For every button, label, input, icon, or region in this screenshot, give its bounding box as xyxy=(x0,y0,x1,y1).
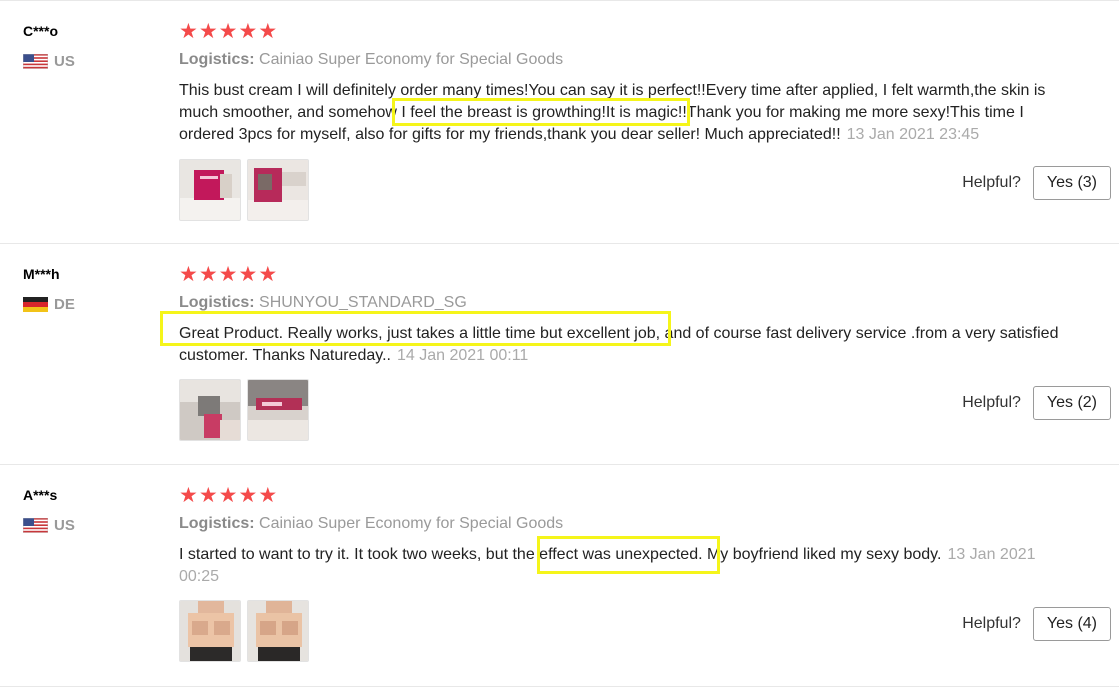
reviewer-name: C***o xyxy=(23,23,59,39)
logistics-label: Logistics: xyxy=(179,51,255,68)
review-text: I started to want to try it. It took two… xyxy=(179,544,1079,588)
logistics-label: Logistics: xyxy=(179,515,255,532)
reviewer-name: A***s xyxy=(23,487,58,503)
helpful-yes-button[interactable]: Yes (3) xyxy=(1032,166,1111,200)
helpful-label: Helpful? xyxy=(962,394,1021,411)
us-flag-icon xyxy=(23,54,48,69)
helpful-section: Helpful? Yes (3) xyxy=(962,166,1111,200)
star-rating: ★ ★ ★ ★ ★ xyxy=(179,263,278,285)
review-date: 13 Jan 2021 23:45 xyxy=(846,126,980,143)
helpful-section: Helpful? Yes (2) xyxy=(962,386,1111,420)
reviewer-name: M***h xyxy=(23,266,60,282)
logistics-info: Logistics: SHUNYOU_STANDARD_SG xyxy=(179,294,467,312)
logistics-value: Cainiao Super Economy for Special Goods xyxy=(259,51,564,68)
star-icon: ★ xyxy=(238,262,258,286)
de-flag-icon xyxy=(23,297,48,312)
star-icon: ★ xyxy=(179,262,198,286)
star-icon: ★ xyxy=(198,483,218,507)
logistics-label: Logistics: xyxy=(179,294,255,311)
logistics-info: Logistics: Cainiao Super Economy for Spe… xyxy=(179,515,563,533)
star-icon: ★ xyxy=(179,483,198,507)
helpful-yes-button[interactable]: Yes (2) xyxy=(1032,386,1111,420)
star-icon: ★ xyxy=(238,483,258,507)
review-photos xyxy=(179,379,315,441)
star-icon: ★ xyxy=(258,483,278,507)
reviewer-country: US xyxy=(23,53,75,70)
review-item: M***h DE ★ ★ ★ ★ ★ Logistics: SHUNYOU_ST… xyxy=(0,244,1119,465)
review-date: 14 Jan 2021 00:11 xyxy=(396,347,529,364)
review-photo[interactable] xyxy=(179,600,241,662)
star-icon: ★ xyxy=(238,19,258,43)
review-photos xyxy=(179,600,315,662)
star-icon: ★ xyxy=(198,262,218,286)
star-icon: ★ xyxy=(218,262,238,286)
star-rating: ★ ★ ★ ★ ★ xyxy=(179,20,278,42)
review-text: Great Product. Really works, just takes … xyxy=(179,323,1079,367)
star-icon: ★ xyxy=(258,19,278,43)
review-photo[interactable] xyxy=(179,379,241,441)
review-photo[interactable] xyxy=(247,159,309,221)
helpful-label: Helpful? xyxy=(962,174,1021,191)
star-icon: ★ xyxy=(179,19,198,43)
review-text: This bust cream I will definitely order … xyxy=(179,80,1079,146)
logistics-value: SHUNYOU_STANDARD_SG xyxy=(259,294,467,311)
review-item: A***s US ★ ★ ★ ★ ★ Logistics: Cainiao Su… xyxy=(0,465,1119,687)
reviewer-country: US xyxy=(23,517,75,534)
logistics-info: Logistics: Cainiao Super Economy for Spe… xyxy=(179,51,563,69)
review-photo[interactable] xyxy=(247,379,309,441)
review-item: C***o US ★ ★ ★ ★ ★ Logistics: Cainiao Su… xyxy=(0,0,1119,244)
star-rating: ★ ★ ★ ★ ★ xyxy=(179,484,278,506)
helpful-yes-button[interactable]: Yes (4) xyxy=(1032,607,1111,641)
review-body: Great Product. Really works, just takes … xyxy=(179,325,1059,364)
helpful-label: Helpful? xyxy=(962,615,1021,632)
helpful-section: Helpful? Yes (4) xyxy=(962,607,1111,641)
review-body: I started to want to try it. It took two… xyxy=(179,546,942,563)
review-photos xyxy=(179,159,315,221)
country-code: US xyxy=(54,517,75,534)
country-code: DE xyxy=(54,296,75,313)
review-photo[interactable] xyxy=(179,159,241,221)
review-photo[interactable] xyxy=(247,600,309,662)
reviewer-country: DE xyxy=(23,296,75,313)
star-icon: ★ xyxy=(218,483,238,507)
star-icon: ★ xyxy=(218,19,238,43)
country-code: US xyxy=(54,53,75,70)
star-icon: ★ xyxy=(258,262,278,286)
star-icon: ★ xyxy=(198,19,218,43)
logistics-value: Cainiao Super Economy for Special Goods xyxy=(259,515,564,532)
us-flag-icon xyxy=(23,518,48,533)
